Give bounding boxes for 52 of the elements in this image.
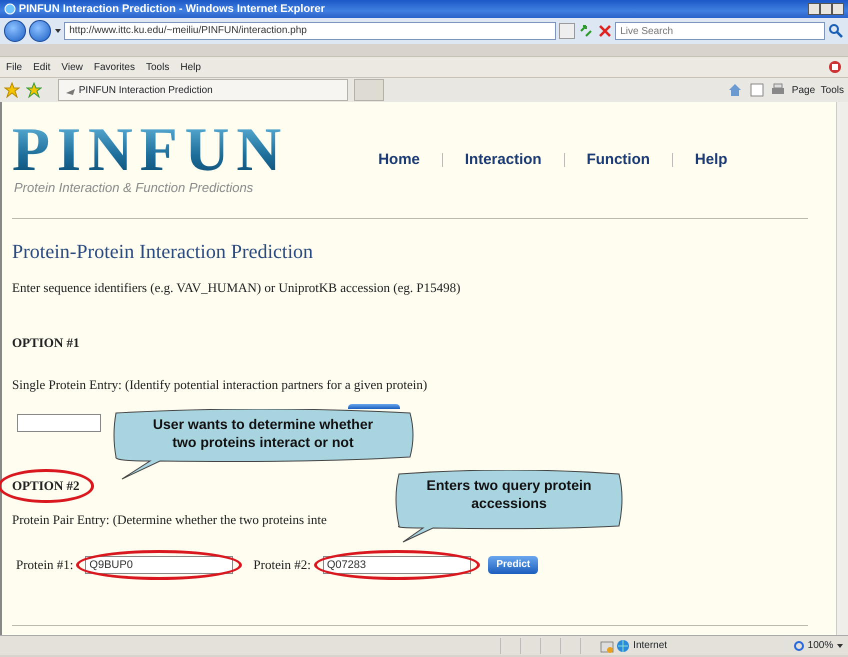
section-title: OPTION #1: [12, 334, 80, 352]
menu-item[interactable]: Favorites: [94, 60, 135, 74]
dropdown-icon[interactable]: [54, 27, 62, 35]
field-label: Protein #2:: [253, 556, 311, 574]
command-button[interactable]: Page: [792, 82, 816, 98]
menu-item[interactable]: Help: [180, 60, 201, 74]
security-zone: Internet: [633, 639, 668, 653]
section-description: Single Protein Entry: (Identify potential interaction partners for a given protein): [12, 376, 428, 394]
menu-item[interactable]: View: [61, 60, 83, 74]
nav-link[interactable]: Function: [586, 148, 650, 171]
protected-mode-icon: [600, 638, 614, 652]
close-button[interactable]: [832, 3, 844, 15]
nav-link[interactable]: Help: [694, 148, 728, 171]
window-title: PINFUN Interaction Prediction - Windows Internet Explorer: [18, 2, 325, 17]
home-icon[interactable]: [727, 82, 744, 98]
zoom-icon[interactable]: [792, 640, 805, 652]
nav-link[interactable]: Home: [378, 148, 420, 171]
intro-text: Enter sequence identifiers (e.g. VAV_HUMAN) or UniprotKB accession (eg. P15498): [12, 278, 462, 297]
search-icon[interactable]: [828, 23, 844, 39]
browser-logo-icon: [4, 3, 16, 15]
stop-icon[interactable]: [596, 23, 612, 39]
search-field[interactable]: Live Search: [615, 22, 826, 40]
command-button[interactable]: Tools: [820, 82, 844, 98]
menu-item[interactable]: File: [6, 60, 22, 74]
address-field[interactable]: http://www.ittc.ku.edu/~meiliu/PINFUN/interaction.php: [64, 22, 556, 40]
nav-link[interactable]: Interaction: [464, 148, 542, 171]
field-label: Protein #1:: [16, 556, 74, 574]
protein-input[interactable]: Q9BUP0: [85, 556, 234, 574]
submit-button[interactable]: [348, 404, 400, 409]
toolbar-icon[interactable]: [828, 60, 842, 74]
menu-item[interactable]: Tools: [146, 60, 170, 74]
protein-input[interactable]: Q07283: [322, 556, 471, 574]
tagline: Protein Interaction & Function Predictions: [14, 179, 254, 197]
minimize-button[interactable]: [808, 3, 820, 15]
menu-item[interactable]: Edit: [33, 60, 50, 74]
scrollbar[interactable]: [836, 102, 848, 635]
globe-icon: [616, 638, 630, 652]
dropdown-icon[interactable]: [836, 642, 844, 650]
protein-input[interactable]: [17, 414, 101, 432]
predict-button[interactable]: Predict: [488, 556, 538, 574]
favorites-star-icon[interactable]: [4, 82, 20, 98]
browser-tab[interactable]: PINFUN Interaction Prediction: [58, 79, 348, 101]
section-title: OPTION #2: [12, 478, 80, 493]
page-heading: Protein-Protein Interaction Prediction: [12, 240, 314, 264]
forward-button[interactable]: [28, 20, 51, 42]
zoom-level[interactable]: 100%: [808, 638, 834, 653]
maximize-button[interactable]: [820, 3, 832, 15]
feeds-icon[interactable]: [748, 82, 765, 98]
section-description: Protein Pair Entry: (Determine whether the two proteins inte: [12, 510, 327, 529]
back-button[interactable]: [4, 20, 26, 42]
add-favorite-icon[interactable]: [26, 82, 42, 98]
dropdown-button[interactable]: [559, 23, 575, 39]
